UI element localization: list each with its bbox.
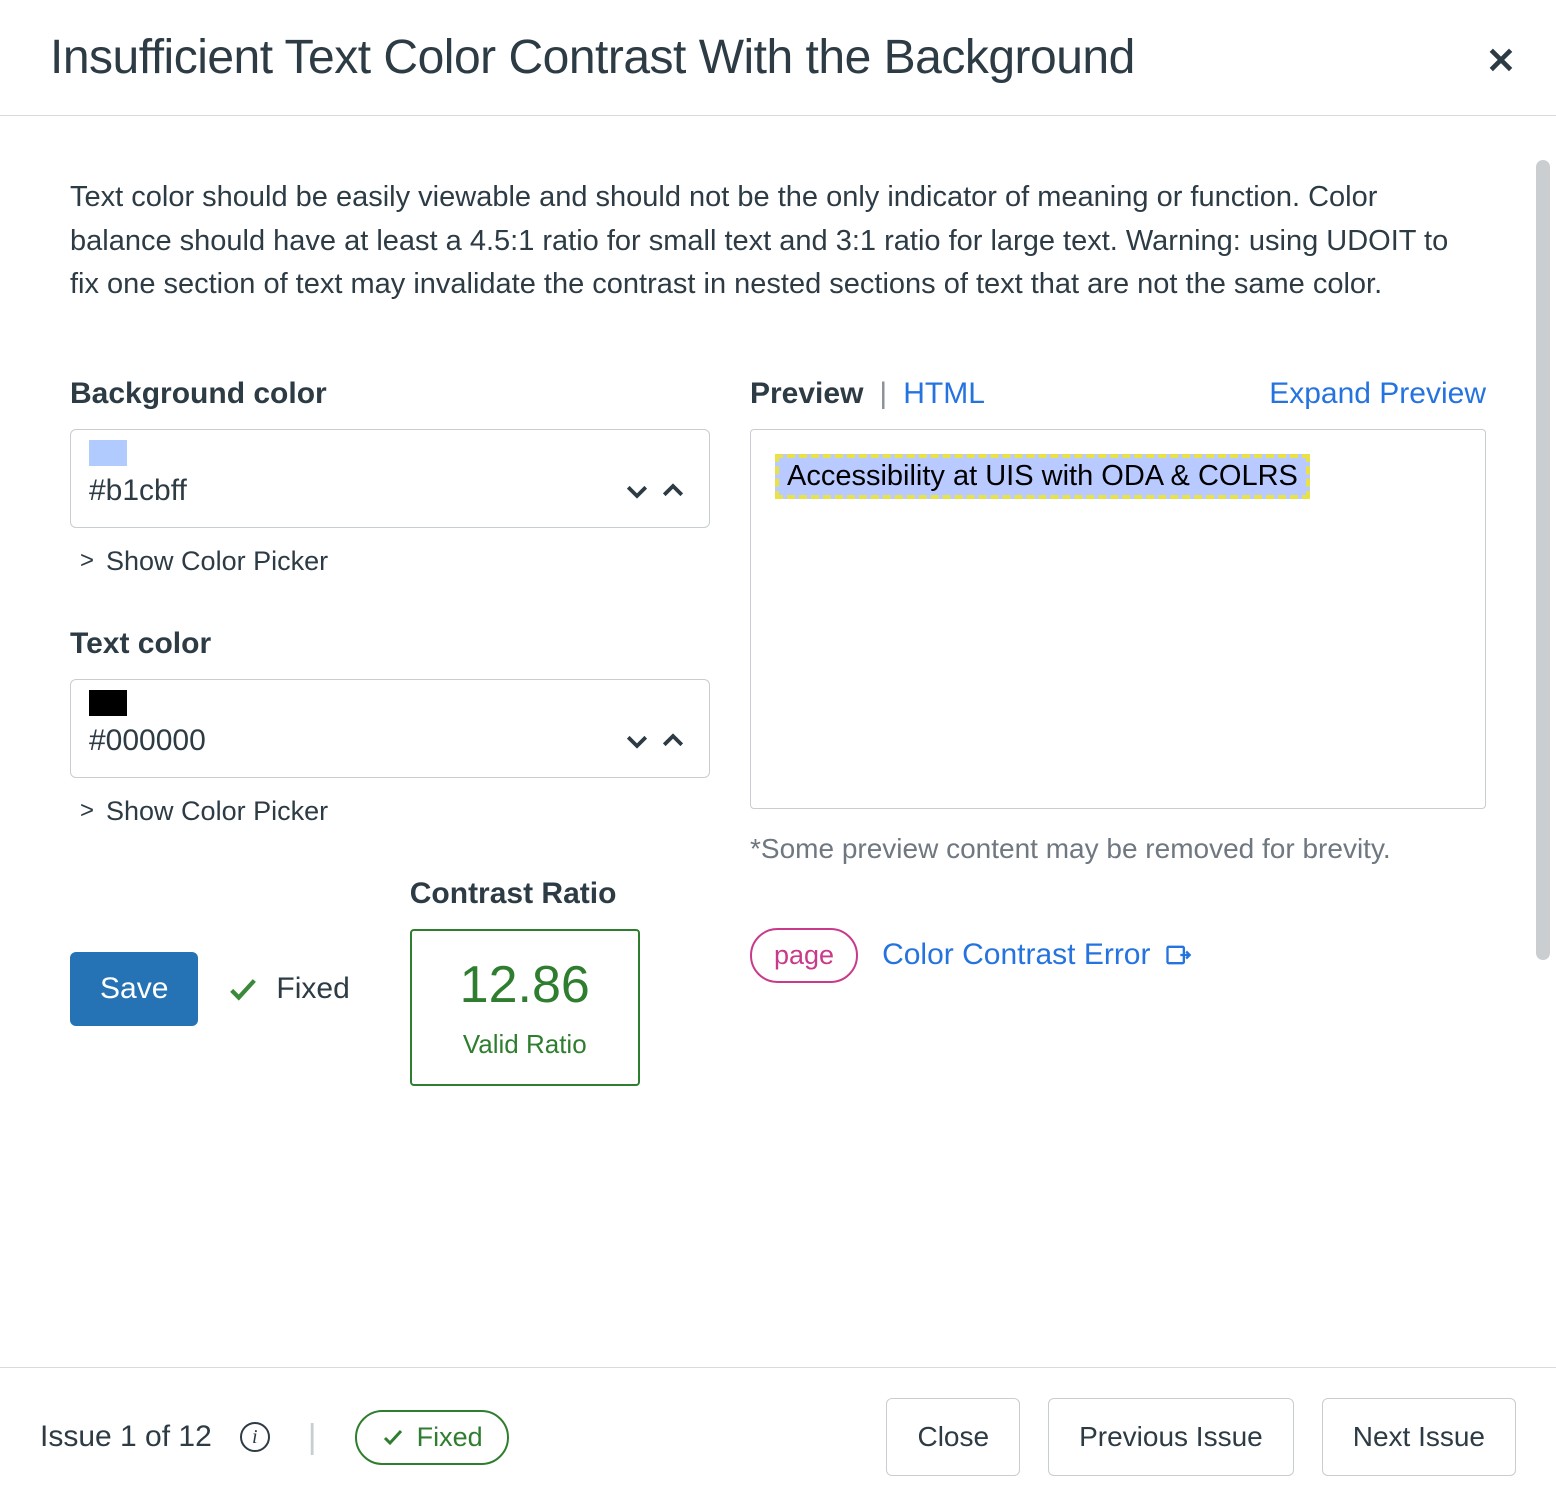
expand-preview-link[interactable]: Expand Preview	[1269, 377, 1486, 411]
modal-dialog: Insufficient Text Color Contrast With th…	[0, 0, 1556, 1506]
footer-divider: |	[308, 1418, 317, 1457]
save-button[interactable]: Save	[70, 952, 198, 1026]
chevron-up-icon[interactable]	[655, 723, 691, 759]
text-color-input[interactable]: #000000	[70, 679, 710, 778]
background-color-label: Background color	[70, 377, 710, 411]
issue-counter: Issue 1 of 12	[40, 1420, 212, 1454]
text-color-label: Text color	[70, 627, 710, 661]
check-icon	[381, 1425, 405, 1449]
contrast-ratio-box: 12.86 Valid Ratio	[410, 929, 640, 1086]
close-button[interactable]: Close	[886, 1398, 1020, 1476]
content-type-badge: page	[750, 928, 858, 983]
previous-issue-button[interactable]: Previous Issue	[1048, 1398, 1294, 1476]
contrast-ratio-value: 12.86	[452, 955, 598, 1015]
check-icon	[226, 972, 260, 1006]
preview-column: Preview | HTML Expand Preview Accessibil…	[750, 377, 1486, 1086]
preview-box: Accessibility at UIS with ODA & COLRS	[750, 429, 1486, 809]
text-swatch	[89, 690, 127, 716]
modal-title: Insufficient Text Color Contrast With th…	[50, 30, 1506, 85]
modal-header: Insufficient Text Color Contrast With th…	[0, 0, 1556, 115]
modal-body: Text color should be easily viewable and…	[0, 116, 1556, 1367]
tab-divider: |	[879, 377, 887, 411]
tab-preview[interactable]: Preview	[750, 377, 863, 411]
preview-note: *Some preview content may be removed for…	[750, 829, 1486, 868]
issue-description: Text color should be easily viewable and…	[70, 176, 1470, 307]
preview-content: Accessibility at UIS with ODA & COLRS	[775, 454, 1310, 499]
fixed-indicator: Fixed	[226, 972, 349, 1006]
scrollbar[interactable]	[1536, 160, 1550, 960]
background-color-value: #b1cbff	[89, 474, 619, 508]
modal-footer: Issue 1 of 12 i | Fixed Close Previous I…	[0, 1367, 1556, 1506]
external-link-icon	[1164, 941, 1192, 969]
chevron-down-icon[interactable]	[619, 723, 655, 759]
text-color-value: #000000	[89, 724, 619, 758]
chevron-down-icon[interactable]	[619, 473, 655, 509]
background-swatch	[89, 440, 127, 466]
chevron-up-icon[interactable]	[655, 473, 691, 509]
contrast-ratio-label: Contrast Ratio	[410, 877, 640, 911]
next-issue-button[interactable]: Next Issue	[1322, 1398, 1516, 1476]
chevron-right-icon: >	[80, 547, 94, 575]
tab-html[interactable]: HTML	[903, 377, 985, 411]
contrast-ratio-status: Valid Ratio	[452, 1029, 598, 1060]
fixed-pill: Fixed	[355, 1410, 509, 1465]
info-icon[interactable]: i	[240, 1422, 270, 1452]
close-icon[interactable]: ✕	[1486, 40, 1516, 82]
show-bg-color-picker[interactable]: > Show Color Picker	[70, 546, 710, 577]
form-column: Background color #b1cbff > Show Color Pi…	[70, 377, 710, 1086]
chevron-right-icon: >	[80, 797, 94, 825]
background-color-input[interactable]: #b1cbff	[70, 429, 710, 528]
color-contrast-error-link[interactable]: Color Contrast Error	[882, 938, 1192, 972]
show-text-color-picker[interactable]: > Show Color Picker	[70, 796, 710, 827]
